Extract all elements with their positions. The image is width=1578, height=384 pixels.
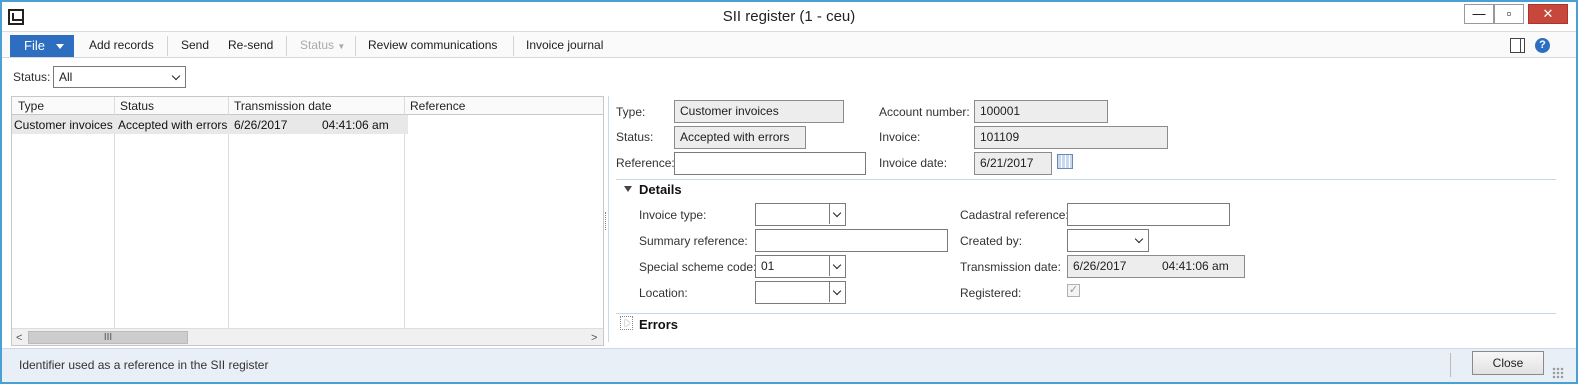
transmission-date-label: Transmission date:	[960, 260, 1061, 274]
column-header-status[interactable]: Status	[120, 99, 154, 113]
ribbon-divider	[167, 36, 168, 56]
close-window-button[interactable]: ✕	[1528, 4, 1568, 24]
grid-header: Type Status Transmission date Reference	[12, 97, 603, 115]
file-menu-label: File	[24, 38, 45, 53]
registered-label: Registered:	[960, 286, 1022, 300]
sii-register-window: SII register (1 - ceu) — ▫ ✕ File Add re…	[0, 0, 1578, 384]
close-button[interactable]: Close	[1472, 351, 1544, 375]
invoice-journal-button[interactable]: Invoice journal	[526, 38, 603, 52]
created-by-select[interactable]	[1067, 229, 1149, 252]
row-type-cell: Customer invoices	[14, 118, 113, 132]
invoice-field: 101109	[974, 126, 1168, 149]
scroll-left-icon[interactable]: <	[16, 332, 22, 344]
details-section-title[interactable]: Details	[639, 182, 682, 197]
invoice-type-label: Invoice type:	[639, 208, 707, 222]
chevron-down-icon	[169, 67, 185, 87]
layout-icon[interactable]	[1510, 38, 1525, 53]
column-header-reference[interactable]: Reference	[410, 99, 465, 113]
cadastral-reference-label: Cadastral reference:	[960, 208, 1069, 222]
row-date-cell: 6/26/2017	[234, 118, 288, 132]
ribbon-divider	[286, 36, 287, 56]
chevron-down-icon	[829, 204, 845, 224]
reference-label: Reference:	[616, 156, 675, 170]
type-field: Customer invoices	[674, 100, 844, 123]
status-menu-label: Status	[300, 38, 335, 52]
invoice-date-field: 6/21/2017	[974, 152, 1052, 175]
minimize-button[interactable]: —	[1464, 4, 1494, 24]
details-divider	[616, 179, 1556, 180]
row-status-cell: Accepted with errors	[118, 118, 228, 132]
file-menu-button[interactable]: File	[10, 35, 74, 57]
invoice-label: Invoice:	[879, 130, 921, 144]
chevron-down-icon	[829, 282, 845, 302]
row-time-cell: 04:41:06 am	[322, 118, 389, 132]
status-menu-button[interactable]: Status ▼	[300, 38, 345, 52]
send-button[interactable]: Send	[181, 38, 209, 52]
registered-checkbox: ✓	[1067, 284, 1080, 297]
table-row[interactable]: Customer invoices Accepted with errors 6…	[12, 115, 408, 134]
invoice-date-label: Invoice date:	[879, 156, 948, 170]
scroll-thumb[interactable]: III	[28, 331, 188, 344]
ribbon-divider	[513, 36, 514, 56]
title-bar: SII register (1 - ceu) — ▫ ✕	[2, 2, 1576, 32]
special-scheme-code-value: 01	[761, 259, 775, 273]
status-filter-select[interactable]: All	[53, 66, 186, 88]
resize-grip-icon[interactable]	[1552, 367, 1564, 379]
status-field: Accepted with errors	[674, 126, 806, 149]
status-filter-label: Status:	[13, 70, 51, 84]
created-by-label: Created by:	[960, 234, 1023, 248]
errors-section-title[interactable]: Errors	[639, 317, 678, 332]
special-scheme-code-label: Special scheme code:	[639, 260, 757, 274]
summary-reference-label: Summary reference:	[639, 234, 748, 248]
location-select[interactable]	[755, 281, 846, 304]
expand-triangle-icon[interactable]	[620, 316, 633, 330]
cadastral-reference-field[interactable]	[1067, 203, 1230, 226]
chevron-down-icon	[1132, 230, 1148, 250]
collapse-triangle-icon[interactable]	[624, 186, 632, 192]
maximize-button[interactable]: ▫	[1494, 4, 1524, 24]
ribbon-divider	[355, 36, 356, 56]
status-filter-value: All	[59, 70, 73, 84]
status-label: Status:	[616, 130, 654, 144]
transmission-time-value: 04:41:06 am	[1162, 259, 1229, 273]
field-help-text: Identifier used as a reference in the SI…	[19, 358, 269, 372]
filter-bar: Status: All	[2, 58, 1576, 94]
status-divider	[1450, 353, 1451, 377]
type-label: Type:	[616, 105, 646, 119]
summary-reference-field[interactable]	[755, 229, 948, 252]
invoice-type-select[interactable]	[755, 203, 846, 226]
action-pane: File Add records Send Re-send Status ▼ R…	[2, 32, 1576, 58]
records-grid: Type Status Transmission date Reference …	[11, 96, 604, 346]
status-bar: Identifier used as a reference in the SI…	[2, 348, 1576, 382]
window-title: SII register (1 - ceu)	[722, 8, 856, 25]
special-scheme-code-select[interactable]: 01	[755, 255, 846, 278]
resend-button[interactable]: Re-send	[228, 38, 273, 52]
horizontal-scrollbar[interactable]: < III >	[12, 328, 603, 345]
chevron-down-icon: ▼	[337, 42, 346, 51]
column-header-type[interactable]: Type	[18, 99, 44, 113]
transmission-date-field: 6/26/2017 04:41:06 am	[1067, 255, 1245, 278]
errors-divider	[616, 313, 1556, 314]
calendar-icon[interactable]	[1057, 154, 1073, 169]
account-number-label: Account number:	[879, 105, 970, 119]
reference-field[interactable]	[674, 152, 866, 175]
add-records-button[interactable]: Add records	[89, 38, 154, 52]
column-header-transmission-date[interactable]: Transmission date	[234, 99, 332, 113]
chevron-down-icon	[56, 44, 64, 49]
review-communications-button[interactable]: Review communications	[368, 38, 497, 52]
help-icon[interactable]: ?	[1535, 38, 1550, 53]
account-number-field: 100001	[974, 100, 1108, 123]
chevron-down-icon	[829, 256, 845, 276]
location-label: Location:	[639, 286, 688, 300]
scroll-right-icon[interactable]: >	[591, 332, 597, 344]
transmission-date-value: 6/26/2017	[1073, 259, 1127, 273]
